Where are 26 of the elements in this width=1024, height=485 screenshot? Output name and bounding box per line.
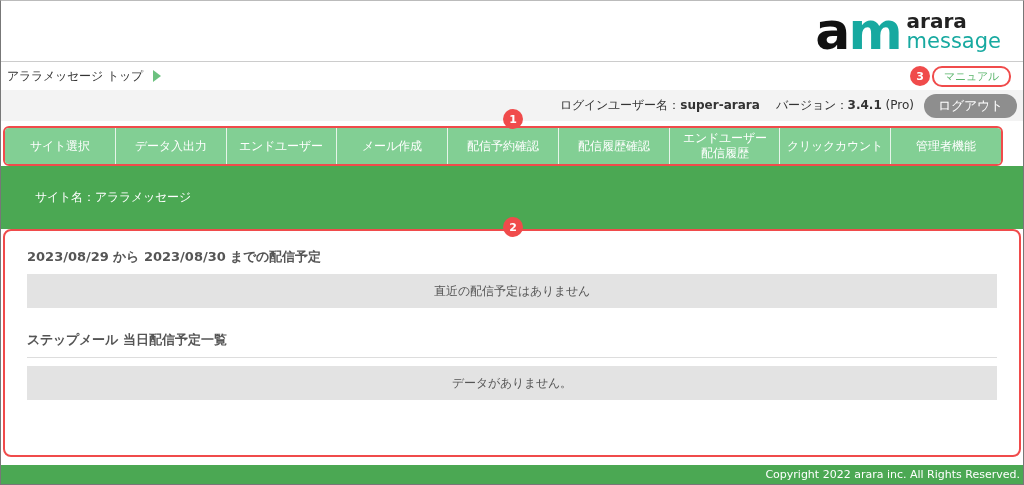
logo-letter: m bbox=[848, 1, 901, 61]
nav-tab[interactable]: 管理者機能 bbox=[891, 128, 1001, 164]
logo-text: message bbox=[906, 31, 1001, 51]
breadcrumb-link[interactable]: アララメッセージ トップ bbox=[7, 67, 143, 85]
nav-tab[interactable]: サイト選択 bbox=[5, 128, 116, 164]
copyright-text: Copyright 2022 arara inc. All Rights Reserved. bbox=[765, 468, 1020, 481]
empty-message: 直近の配信予定はありません bbox=[27, 274, 997, 308]
callout-badge: 3 bbox=[910, 66, 930, 86]
nav-tab[interactable]: 配信予約確認 bbox=[448, 128, 559, 164]
nav-tab[interactable]: エンドユーザー bbox=[226, 128, 338, 164]
logout-button[interactable]: ログアウト bbox=[924, 93, 1017, 118]
empty-message: データがありません。 bbox=[27, 366, 997, 400]
callout-badge: 2 bbox=[503, 217, 523, 237]
section-title: 2023/08/29 から 2023/08/30 までの配信予定 bbox=[27, 248, 323, 266]
user-info: ログインユーザー名：super-arara バージョン：3.4.1 (Pro) bbox=[560, 97, 914, 114]
section-title: ステップメール 当日配信予定一覧 bbox=[27, 324, 997, 358]
logo-text: arara bbox=[906, 11, 968, 31]
logo-letter: a bbox=[815, 1, 849, 61]
manual-link[interactable]: マニュアル bbox=[932, 65, 1011, 87]
triangle-icon bbox=[152, 70, 161, 82]
nav-tab[interactable]: 配信履歴確認 bbox=[558, 128, 670, 164]
nav-tab[interactable]: エンドユーザー 配信履歴 bbox=[669, 128, 781, 164]
nav-tab[interactable]: データ入出力 bbox=[115, 128, 227, 164]
site-name: サイト名：アララメッセージ bbox=[35, 189, 191, 206]
nav-tab[interactable]: メール作成 bbox=[337, 128, 449, 164]
nav-tab[interactable]: クリックカウント bbox=[780, 128, 892, 164]
